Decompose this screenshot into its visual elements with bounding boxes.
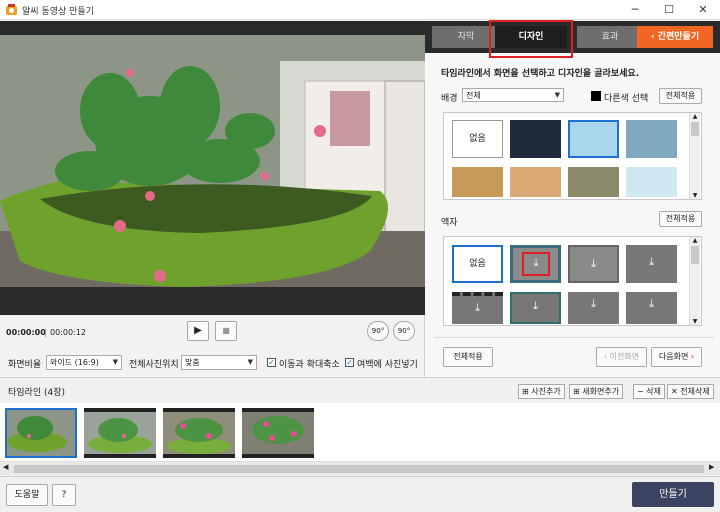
- frame-none[interactable]: 없음: [452, 245, 503, 283]
- window-title: 알씨 동영상 만들기: [22, 7, 94, 17]
- rotate-right-icon: 90°: [397, 327, 411, 335]
- background-none[interactable]: 없음: [452, 120, 503, 158]
- frame-thumb[interactable]: ⤓: [568, 245, 619, 283]
- make-button[interactable]: 만들기: [632, 482, 714, 507]
- background-thumb[interactable]: [626, 120, 677, 158]
- scroll-down-icon: ▼: [692, 318, 698, 325]
- background-thumb[interactable]: [510, 120, 561, 158]
- background-thumb[interactable]: [510, 167, 561, 197]
- tab-effects[interactable]: 효과: [577, 26, 643, 48]
- delete-all-button[interactable]: ✕ 전체삭제: [667, 384, 714, 399]
- color-swatch[interactable]: [591, 91, 601, 101]
- background-thumb[interactable]: [568, 167, 619, 197]
- background-thumb[interactable]: [452, 167, 503, 197]
- delete-button[interactable]: − 삭제: [633, 384, 665, 399]
- video-preview[interactable]: [0, 21, 425, 315]
- frame-thumb[interactable]: ⤓: [452, 292, 503, 324]
- chevron-left-icon: ‹: [650, 32, 658, 42]
- play-button[interactable]: ▶: [187, 321, 209, 341]
- scroll-thumb[interactable]: [14, 465, 704, 473]
- tab-bar: 자막 디자인 효과 ‹ 간편만들기: [425, 20, 720, 58]
- chevron-down-icon: ▼: [112, 358, 118, 366]
- frame-thumb[interactable]: ⤓: [568, 292, 619, 324]
- frame-scrollbar[interactable]: ▲ ▼: [689, 237, 700, 325]
- title-bar: 알씨 동영상 만들기 ─ ☐ ✕: [0, 0, 720, 20]
- timeline-clip[interactable]: [242, 408, 314, 458]
- download-icon[interactable]: ⤓: [452, 301, 503, 315]
- chevron-down-icon: ▼: [554, 91, 560, 99]
- chevron-down-icon: ▼: [247, 358, 253, 366]
- scroll-down-icon: ▼: [692, 192, 698, 199]
- margin-photo-label: 여백에 사진넣기: [357, 360, 418, 370]
- background-label: 배경: [441, 94, 458, 104]
- background-scrollbar[interactable]: ▲ ▼: [689, 113, 700, 199]
- current-time: 00:00:00: [6, 328, 46, 337]
- timeline-scrollbar[interactable]: ◀ ▶: [0, 461, 720, 475]
- question-button[interactable]: ?: [52, 484, 76, 506]
- download-icon[interactable]: ⤓: [512, 299, 559, 313]
- prev-screen-button[interactable]: ‹ 이전화면: [596, 347, 647, 367]
- download-icon[interactable]: ⤓: [528, 256, 544, 270]
- timeline-track: [0, 403, 720, 461]
- timeline-header: 타임라인 (4장) ⊞ 사진추가 ⊞ 새화면추가 − 삭제 ✕ 전체삭제: [0, 377, 720, 403]
- apply-all-button[interactable]: 전체적용: [443, 347, 493, 367]
- close-icon: ✕: [671, 387, 681, 396]
- download-icon[interactable]: ⤓: [626, 297, 677, 311]
- ratio-select[interactable]: 와이드 (16:9) ▼: [46, 355, 122, 370]
- scroll-up-icon: ▲: [692, 237, 698, 244]
- scroll-right-icon: ▶: [709, 463, 715, 471]
- background-thumb-selected[interactable]: [568, 120, 619, 158]
- timeline-label: 타임라인 (4장): [8, 388, 66, 398]
- frame-thumb[interactable]: ⤓: [626, 245, 677, 283]
- frame-thumb[interactable]: ⤓: [626, 292, 677, 324]
- add-photo-button[interactable]: ⊞ 사진추가: [518, 384, 565, 399]
- position-select[interactable]: 맞춤 ▼: [181, 355, 257, 370]
- timeline-clip[interactable]: [163, 408, 235, 458]
- minus-icon: −: [637, 387, 647, 396]
- add-blank-button[interactable]: ⊞ 새화면추가: [569, 384, 624, 399]
- app-logo-icon: [5, 3, 18, 16]
- add-photo-icon: ⊞: [522, 387, 532, 396]
- ratio-label: 화면비율: [8, 360, 42, 370]
- play-icon: ▶: [194, 325, 202, 336]
- frame-apply-all-button[interactable]: 전체적용: [659, 211, 702, 227]
- rotate-left-icon: 90°: [371, 327, 385, 335]
- add-screen-icon: ⊞: [573, 387, 583, 396]
- background-thumb[interactable]: [626, 167, 677, 197]
- minimize-button[interactable]: ─: [618, 0, 652, 20]
- stop-icon: ■: [222, 326, 230, 335]
- next-screen-button[interactable]: 다음화면 ›: [651, 347, 702, 367]
- help-button[interactable]: 도움말: [6, 484, 48, 506]
- frame-thumb[interactable]: ⤓: [510, 292, 561, 324]
- easy-make-button[interactable]: ‹ 간편만들기: [637, 26, 713, 48]
- scroll-left-icon: ◀: [3, 463, 9, 471]
- margin-photo-checkbox[interactable]: ✓: [345, 358, 354, 367]
- other-color-label[interactable]: 다른색 선택: [604, 91, 648, 104]
- download-icon[interactable]: ⤓: [570, 257, 617, 271]
- scroll-up-icon: ▲: [692, 113, 698, 120]
- maximize-button[interactable]: ☐: [652, 0, 686, 20]
- timeline-clip[interactable]: [5, 408, 77, 458]
- position-label: 전체사진위치: [129, 360, 179, 370]
- stop-button[interactable]: ■: [215, 321, 237, 341]
- frame-label: 액자: [441, 218, 458, 228]
- move-zoom-label: 이동과 확대축소: [279, 360, 340, 370]
- timeline-clip[interactable]: [84, 408, 156, 458]
- bottom-bar: 도움말 ? 만들기: [0, 476, 720, 512]
- chevron-right-icon: ›: [688, 352, 695, 361]
- rotate-right-button[interactable]: 90°: [393, 321, 415, 341]
- background-apply-all-button[interactable]: 전체적용: [659, 88, 702, 104]
- background-select[interactable]: 전체 ▼: [462, 88, 564, 102]
- close-button[interactable]: ✕: [686, 0, 720, 20]
- download-icon[interactable]: ⤓: [626, 255, 677, 269]
- design-instruction: 타임라인에서 화면을 선택하고 디자인을 골라보세요.: [441, 69, 640, 79]
- player-controls: 00:00:00 | 00:00:12 ▶ ■ 90° 90° 화면비율 와이드…: [0, 315, 425, 377]
- move-zoom-checkbox[interactable]: ✓: [267, 358, 276, 367]
- download-icon[interactable]: ⤓: [568, 297, 619, 311]
- tab-design-highlight: [489, 20, 573, 58]
- total-time: 00:00:12: [50, 328, 86, 337]
- preview-image: [0, 21, 425, 315]
- rotate-left-button[interactable]: 90°: [367, 321, 389, 341]
